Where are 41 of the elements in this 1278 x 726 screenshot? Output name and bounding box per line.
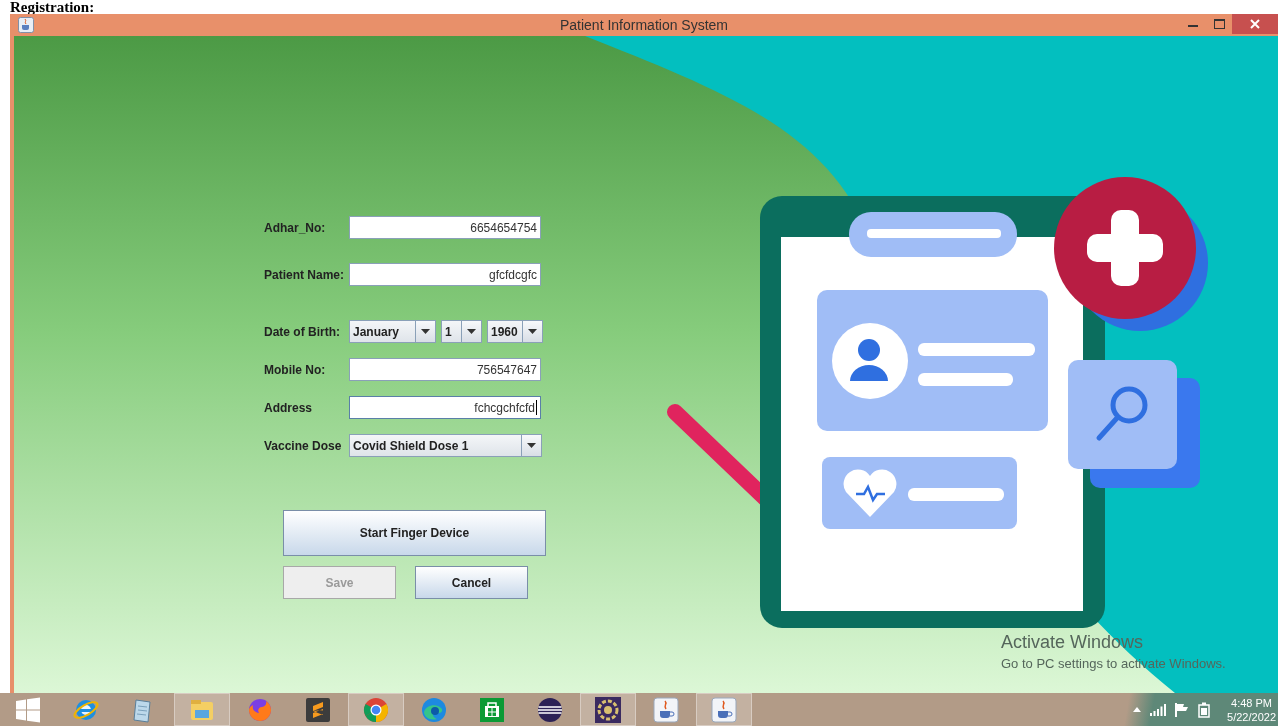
dropdown[interactable]: Covid Shield Dose 1 [349,434,542,457]
caret-icon [467,329,476,334]
coffee-cup-icon [18,17,34,33]
caret-icon [421,329,430,334]
close-button[interactable] [1232,14,1278,34]
coffee-cup-icon [652,695,680,724]
field-label: Adhar_No: [264,220,327,235]
window-title: Patient Information System [559,17,729,33]
caret-up-icon[interactable] [1133,707,1142,712]
wave-logo-icon [420,695,448,724]
form-button[interactable]: Cancel [415,566,528,599]
maximize-icon [1213,19,1225,29]
battery-icon[interactable] [1198,701,1211,718]
dropdown[interactable]: 1960 [487,320,543,343]
text-field[interactable]: fchcgchfcfd [349,396,541,419]
round-logo-icon [362,695,390,724]
text-field[interactable]: gfcfdcgfc [349,263,541,286]
dropdown[interactable]: January [349,320,436,343]
taskbar-button[interactable] [696,693,752,726]
dropdown[interactable]: 1 [441,320,482,343]
signal-icon[interactable] [1150,703,1167,716]
field-label: Date of Birth: [264,324,341,339]
caret-icon [528,329,537,334]
caret-icon [527,443,536,448]
field-label: Mobile No: [264,362,327,377]
shopping-bag-icon [478,695,506,724]
field-label: Vaccine Dose [264,438,343,453]
close-icon [1250,19,1260,29]
clock[interactable]: 4:48 PM 5/22/2022 [1227,695,1276,724]
taskbar-button[interactable] [580,693,636,726]
field-label: Patient Name: [264,267,346,282]
gear-icon [594,695,622,724]
coffee-cup-icon [710,695,738,724]
text-field[interactable]: 756547647 [349,358,541,381]
start-finger-device-button[interactable]: Start Finger Device [283,510,546,556]
flag-icon[interactable] [1175,702,1190,717]
field-label: Address [264,400,314,415]
s-logo-icon [304,695,332,724]
text-field[interactable]: 6654654754 [349,216,541,239]
start-icon [14,695,42,724]
striped-sphere-icon [536,695,564,724]
